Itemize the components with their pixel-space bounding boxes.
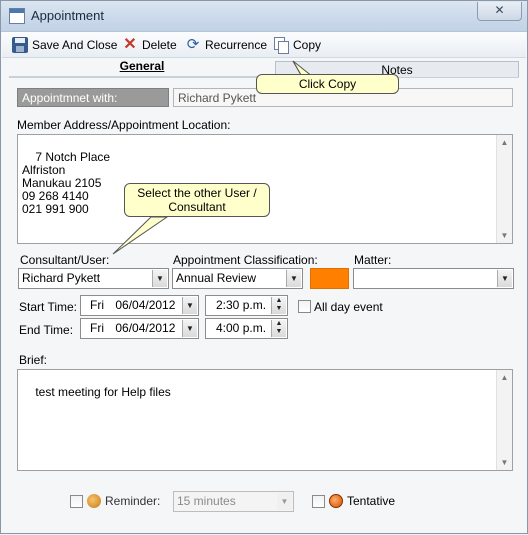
chevron-down-icon[interactable]: ▼ xyxy=(497,270,512,287)
end-day: Fri xyxy=(90,321,104,335)
address-label: Member Address/Appointment Location: xyxy=(17,118,231,132)
spin-up-down-icon[interactable]: ▲ ▼ xyxy=(271,320,286,337)
all-day-label: All day event xyxy=(314,300,383,314)
scroll-up-icon[interactable]: ▲ xyxy=(497,135,512,150)
consultant-label: Consultant/User: xyxy=(20,253,110,267)
all-day-checkbox[interactable] xyxy=(298,300,311,313)
matter-select[interactable]: ▼ xyxy=(353,268,514,289)
start-day: Fri xyxy=(90,298,104,312)
consultant-value: Richard Pykett xyxy=(22,271,101,285)
window-title: Appointment xyxy=(31,8,104,23)
start-time-value: 2:30 p.m. xyxy=(216,298,267,312)
copy-button[interactable]: Copy xyxy=(273,36,321,54)
title-bar: Appointment ✕ xyxy=(1,1,527,32)
end-date-picker[interactable]: Fri 06/04/2012 ▼ xyxy=(80,318,199,339)
brief-field[interactable]: test meeting for Help files ▲ ▼ xyxy=(17,369,513,471)
brief-text: test meeting for Help files xyxy=(35,385,171,399)
delete-label: Delete xyxy=(142,38,177,52)
spin-up-down-icon[interactable]: ▲ ▼ xyxy=(271,297,286,314)
classification-label: Appointment Classification: xyxy=(173,253,318,267)
appointment-window: Appointment ✕ Save And Close ✕ Delete ⟳ … xyxy=(0,0,528,534)
tentative-icon xyxy=(329,494,343,508)
save-and-close-button[interactable]: Save And Close xyxy=(12,36,117,54)
consultant-tip-callout: Select the other User / Consultant xyxy=(124,183,270,217)
end-time-value: 4:00 p.m. xyxy=(216,321,267,335)
end-date: 06/04/2012 xyxy=(115,321,176,335)
copy-icon xyxy=(273,37,289,54)
classification-color-swatch xyxy=(310,268,349,289)
chevron-down-icon[interactable]: ▼ xyxy=(277,493,292,510)
chevron-down-icon[interactable]: ▼ xyxy=(286,270,301,287)
classification-select[interactable]: Annual Review ▼ xyxy=(172,268,303,289)
classification-value: Annual Review xyxy=(176,271,257,285)
appointment-with-label: Appointmnet with: xyxy=(17,88,169,107)
end-time-label: End Time: xyxy=(19,323,74,337)
recurrence-label: Recurrence xyxy=(205,38,268,52)
delete-x-icon: ✕ xyxy=(123,36,137,53)
recurrence-button[interactable]: ⟳ Recurrence xyxy=(185,36,267,54)
address-text: 7 Notch Place Alfriston Manukau 2105 09 … xyxy=(22,150,111,216)
start-time-label: Start Time: xyxy=(19,300,78,314)
start-date: 06/04/2012 xyxy=(115,298,176,312)
scroll-down-icon[interactable]: ▼ xyxy=(497,455,512,470)
tab-general[interactable]: General xyxy=(9,59,275,77)
consultant-select[interactable]: Richard Pykett ▼ xyxy=(18,268,169,289)
chevron-down-icon[interactable]: ▼ xyxy=(182,320,197,337)
reminder-label: Reminder: xyxy=(105,494,161,508)
start-time-spinner[interactable]: 2:30 p.m. ▲ ▼ xyxy=(205,295,288,316)
address-scrollbar[interactable]: ▲ ▼ xyxy=(496,135,512,243)
tentative-checkbox[interactable] xyxy=(312,495,325,508)
matter-label: Matter: xyxy=(354,253,392,267)
recurrence-icon: ⟳ xyxy=(186,36,200,53)
save-and-close-label: Save And Close xyxy=(32,38,118,52)
copy-tip-callout: Click Copy xyxy=(256,74,399,94)
chevron-down-icon[interactable]: ▼ xyxy=(152,270,167,287)
tentative-label: Tentative xyxy=(347,494,396,508)
chevron-down-icon[interactable]: ▼ xyxy=(182,297,197,314)
reminder-checkbox[interactable] xyxy=(70,495,83,508)
toolbar: Save And Close ✕ Delete ⟳ Recurrence Cop… xyxy=(2,32,526,58)
brief-scrollbar[interactable]: ▲ ▼ xyxy=(496,370,512,470)
save-icon xyxy=(12,37,28,53)
start-date-picker[interactable]: Fri 06/04/2012 ▼ xyxy=(80,295,199,316)
brief-label: Brief: xyxy=(19,353,48,367)
scroll-up-icon[interactable]: ▲ xyxy=(497,370,512,385)
delete-button[interactable]: ✕ Delete xyxy=(122,36,177,54)
end-time-spinner[interactable]: 4:00 p.m. ▲ ▼ xyxy=(205,318,288,339)
bell-icon xyxy=(87,494,101,508)
reminder-value: 15 minutes xyxy=(177,494,236,508)
copy-label: Copy xyxy=(293,38,322,52)
reminder-select[interactable]: 15 minutes ▼ xyxy=(173,491,294,512)
calendar-icon xyxy=(9,8,25,24)
close-button[interactable]: ✕ xyxy=(477,2,522,21)
scroll-down-icon[interactable]: ▼ xyxy=(497,228,512,243)
